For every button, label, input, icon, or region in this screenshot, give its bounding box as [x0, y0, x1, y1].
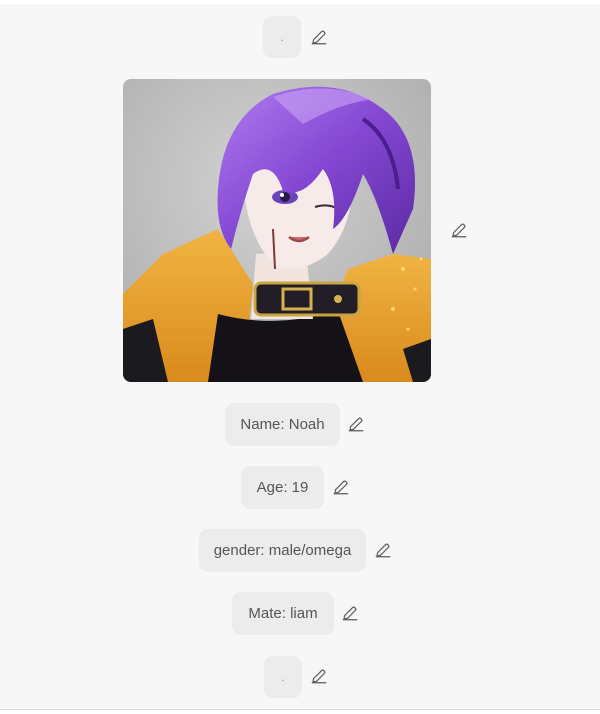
top-strip	[0, 0, 600, 4]
mate-label: Mate: liam	[248, 605, 318, 622]
pencil-icon	[311, 30, 327, 45]
bottom-dot-text: .	[281, 670, 285, 684]
pencil-icon	[375, 543, 391, 558]
bottom-divider	[0, 709, 600, 714]
pencil-icon	[333, 480, 349, 495]
pencil-icon	[451, 223, 467, 238]
age-label: Age: 19	[256, 479, 309, 496]
age-field[interactable]: Age: 19	[241, 466, 324, 509]
top-dot-text: .	[280, 30, 284, 44]
portrait-image	[123, 79, 431, 382]
edit-mate-button[interactable]	[340, 603, 360, 623]
pencil-icon	[311, 669, 327, 684]
name-label: Name: Noah	[240, 416, 325, 433]
profile-avatar-image	[123, 79, 431, 382]
edit-age-button[interactable]	[331, 477, 351, 497]
pencil-icon	[348, 417, 364, 432]
edit-bottom-field-button[interactable]	[309, 666, 329, 686]
edit-top-field-button[interactable]	[309, 27, 329, 47]
gender-label: gender: male/omega	[213, 542, 352, 559]
gender-field[interactable]: gender: male/omega	[199, 529, 366, 572]
edit-gender-button[interactable]	[373, 540, 393, 560]
pencil-icon	[342, 606, 358, 621]
edit-name-button[interactable]	[346, 414, 366, 434]
mate-field[interactable]: Mate: liam	[232, 592, 334, 635]
bottom-dot-field[interactable]: .	[264, 656, 302, 698]
name-field[interactable]: Name: Noah	[225, 403, 340, 446]
top-dot-field[interactable]: .	[263, 16, 301, 58]
edit-avatar-button[interactable]	[449, 220, 469, 240]
